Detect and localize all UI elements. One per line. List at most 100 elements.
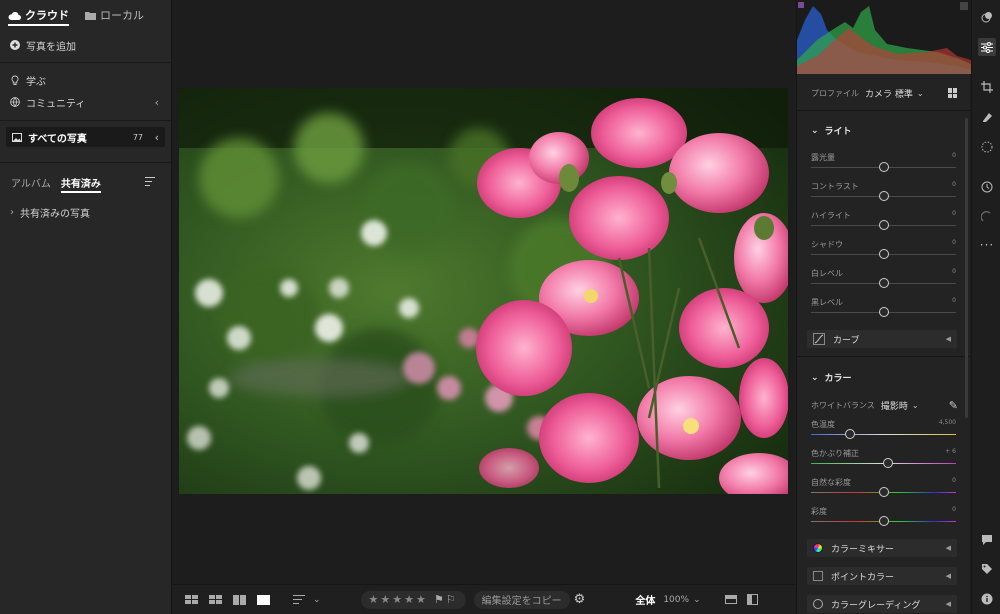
tab-shared[interactable]: 共有済み xyxy=(60,175,101,193)
add-photos-label: 写真を追加 xyxy=(26,41,76,53)
grid-view-icon[interactable] xyxy=(209,594,223,605)
slider-track[interactable] xyxy=(811,434,956,435)
grid-square-view-icon[interactable] xyxy=(185,594,199,605)
profile-value[interactable]: カメラ 標準 xyxy=(865,87,913,100)
presets-icon[interactable] xyxy=(978,8,996,26)
slider-value[interactable]: 0 xyxy=(952,268,956,275)
light-title: ライト xyxy=(824,127,852,137)
white-balance-row[interactable]: ホワイトバランス 撮影時 ⌄ ✎ xyxy=(811,399,960,412)
folder-icon xyxy=(85,11,96,20)
slider-value[interactable]: 4,500 xyxy=(939,419,956,426)
panel-scrollbar[interactable] xyxy=(965,118,968,418)
copy-settings-button[interactable]: 編集設定をコピー xyxy=(473,590,570,609)
light-slider-2[interactable]: ハイライト 0 xyxy=(811,210,956,238)
tab-cloud[interactable]: クラウド xyxy=(8,4,69,26)
slider-value[interactable]: 0 xyxy=(952,181,956,188)
color-mixer-panel[interactable]: カラーミキサー ◀ xyxy=(807,539,957,557)
light-slider-4[interactable]: 白レベル 0 xyxy=(811,268,956,296)
detail-view-icon[interactable] xyxy=(257,594,271,605)
add-photos-button[interactable]: 写真を追加 xyxy=(0,34,171,56)
wb-value[interactable]: 撮影時 xyxy=(881,399,908,412)
learn-link[interactable]: 学ぶ xyxy=(0,69,171,91)
color-slider-1[interactable]: 色かぶり補正 + 6 xyxy=(811,448,956,476)
star-2[interactable]: ★ xyxy=(380,593,390,606)
star-5[interactable]: ★ xyxy=(416,593,426,606)
flag-reject-icon[interactable]: ⚐ xyxy=(446,593,456,606)
gear-icon[interactable]: ⚙ xyxy=(574,592,586,607)
slider-knob[interactable] xyxy=(878,220,889,230)
community-link[interactable]: コミュニティ ‹ xyxy=(0,91,171,113)
chevron-left-icon[interactable]: ‹ xyxy=(155,96,159,109)
versions-icon[interactable] xyxy=(978,208,996,226)
star-1[interactable]: ★ xyxy=(369,593,379,606)
slider-knob[interactable] xyxy=(882,458,893,468)
sort-icon[interactable] xyxy=(293,595,307,604)
healing-brush-icon[interactable] xyxy=(978,108,996,126)
sort-icon[interactable] xyxy=(145,177,157,187)
tab-albums[interactable]: アルバム xyxy=(11,175,51,193)
light-slider-0[interactable]: 露光量 0 xyxy=(811,152,956,180)
slider-knob[interactable] xyxy=(878,278,889,288)
slider-knob[interactable] xyxy=(878,162,889,172)
slider-value[interactable]: 0 xyxy=(952,297,956,304)
slider-value[interactable]: 0 xyxy=(952,239,956,246)
chevron-down-icon[interactable]: ⌄ xyxy=(917,89,924,98)
curve-panel[interactable]: カーブ ◀ xyxy=(807,330,957,348)
all-photos-label: すべての写真 xyxy=(28,133,87,145)
masking-icon[interactable] xyxy=(978,138,996,156)
slider-label: 露光量 xyxy=(811,153,835,162)
profile-row[interactable]: プロファイル カメラ 標準 ⌄ xyxy=(811,84,960,102)
color-slider-0[interactable]: 色温度 4,500 xyxy=(811,419,956,447)
color-slider-2[interactable]: 自然な彩度 0 xyxy=(811,477,956,505)
star-4[interactable]: ★ xyxy=(404,593,414,606)
copy-settings-label: 編集設定をコピー xyxy=(481,596,562,607)
profile-browser-icon[interactable] xyxy=(948,88,958,98)
slider-value[interactable]: 0 xyxy=(952,210,956,217)
shared-photos-item[interactable]: › 共有済みの写真 xyxy=(0,201,171,223)
slider-knob[interactable] xyxy=(845,429,856,439)
color-title: カラー xyxy=(824,374,852,384)
comment-icon[interactable] xyxy=(978,530,996,548)
info-icon[interactable] xyxy=(978,590,996,608)
split-view-icon[interactable] xyxy=(746,594,758,605)
slider-value[interactable]: 0 xyxy=(952,152,956,159)
color-grading-panel[interactable]: カラーグレーディング ◀ xyxy=(807,595,957,613)
slider-knob[interactable] xyxy=(878,249,889,259)
all-photos-item[interactable]: すべての写真 77 ‹ xyxy=(6,127,165,147)
slider-knob[interactable] xyxy=(878,191,889,201)
slider-label: 白レベル xyxy=(811,269,843,278)
light-slider-5[interactable]: 黒レベル 0 xyxy=(811,297,956,325)
light-slider-1[interactable]: コントラスト 0 xyxy=(811,181,956,209)
eyedropper-icon[interactable]: ✎ xyxy=(949,399,958,412)
slider-knob[interactable] xyxy=(878,487,889,497)
tag-icon[interactable] xyxy=(978,560,996,578)
view-label[interactable]: 全体 xyxy=(635,592,655,607)
before-after-icon[interactable] xyxy=(724,595,737,604)
compare-view-icon[interactable] xyxy=(233,594,247,605)
slider-knob[interactable] xyxy=(878,307,889,317)
flag-pick-icon[interactable]: ⚑ xyxy=(434,593,444,606)
color-section-header[interactable]: ⌄ カラー xyxy=(811,371,852,385)
photo-canvas[interactable] xyxy=(179,88,788,494)
zoom-level[interactable]: 100% xyxy=(663,595,689,605)
history-icon[interactable] xyxy=(978,178,996,196)
slider-value[interactable]: + 6 xyxy=(945,448,956,455)
crop-icon[interactable] xyxy=(978,78,996,96)
chevron-left-icon[interactable]: ‹ xyxy=(155,131,159,144)
light-slider-3[interactable]: シャドウ 0 xyxy=(811,239,956,267)
color-slider-3[interactable]: 彩度 0 xyxy=(811,506,956,534)
source-tabs: クラウド ローカル xyxy=(0,0,171,30)
tab-local[interactable]: ローカル xyxy=(85,4,144,26)
shared-photos-label: 共有済みの写真 xyxy=(20,208,90,220)
chevron-down-icon[interactable]: ⌄ xyxy=(313,595,321,605)
star-3[interactable]: ★ xyxy=(392,593,402,606)
more-icon[interactable]: ··· xyxy=(978,236,996,254)
light-section-header[interactable]: ⌄ ライト xyxy=(811,124,852,138)
slider-value[interactable]: 0 xyxy=(952,477,956,484)
edit-sliders-icon[interactable] xyxy=(978,38,996,56)
slider-value[interactable]: 0 xyxy=(952,506,956,513)
chevron-down-icon[interactable]: ⌄ xyxy=(912,401,919,410)
chevron-down-icon[interactable]: ⌄ xyxy=(693,595,701,605)
slider-knob[interactable] xyxy=(878,516,889,526)
point-color-panel[interactable]: ポイントカラー ◀ xyxy=(807,567,957,585)
